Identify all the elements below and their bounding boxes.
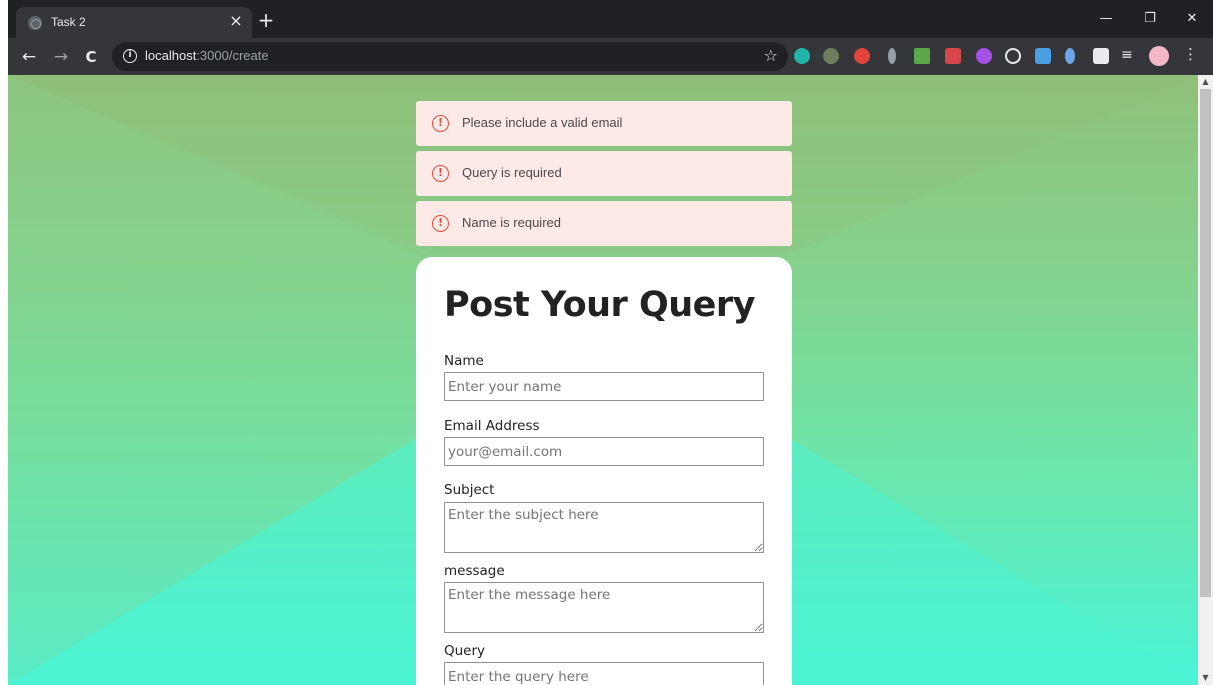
reload-button[interactable]: C bbox=[80, 46, 102, 68]
page-title: Post Your Query bbox=[444, 285, 755, 325]
globe-icon bbox=[28, 16, 42, 30]
alert-name-required: ! Name is required bbox=[416, 201, 792, 246]
new-tab-button[interactable]: + bbox=[255, 10, 277, 32]
page-viewport: ! Please include a valid email ! Query i… bbox=[8, 75, 1198, 685]
restore-button[interactable]: ❐ bbox=[1136, 8, 1164, 30]
url-host: localhost bbox=[145, 48, 197, 63]
page-scrollbar[interactable]: ▲ ▼ bbox=[1198, 75, 1213, 685]
alert-query-required: ! Query is required bbox=[416, 151, 792, 196]
info-icon[interactable]: i bbox=[123, 49, 137, 63]
address-bar[interactable]: i localhost:3000/create ☆ bbox=[112, 42, 788, 71]
scroll-down-icon[interactable]: ▼ bbox=[1201, 673, 1210, 682]
browser-toolbar: ← → C i localhost:3000/create ☆ ≡ ⋮ bbox=[8, 38, 1213, 75]
tab-bar: Task 2 × + — ❐ ✕ bbox=[8, 0, 1213, 38]
forward-button[interactable]: → bbox=[50, 46, 72, 68]
desktop-edge bbox=[0, 0, 8, 685]
extension-moon-icon[interactable] bbox=[1065, 48, 1075, 64]
tab-title: Task 2 bbox=[51, 15, 86, 29]
query-input[interactable] bbox=[444, 662, 764, 685]
extension-bulb-icon[interactable] bbox=[888, 48, 896, 64]
email-label: Email Address bbox=[444, 418, 540, 434]
close-tab-icon[interactable]: × bbox=[227, 12, 245, 30]
alert-text: Please include a valid email bbox=[462, 115, 623, 130]
url-path: :3000/create bbox=[196, 48, 269, 63]
extension-m-icon[interactable] bbox=[794, 48, 810, 64]
extension-target-icon[interactable] bbox=[1005, 48, 1021, 64]
name-input[interactable] bbox=[444, 372, 764, 401]
email-input[interactable] bbox=[444, 437, 764, 466]
extension-grid-icon[interactable] bbox=[945, 48, 961, 64]
alert-circle-icon: ! bbox=[432, 215, 449, 232]
name-label: Name bbox=[444, 353, 484, 369]
alert-text: Query is required bbox=[462, 165, 562, 180]
alert-circle-icon: ! bbox=[432, 115, 449, 132]
tab-task2[interactable]: Task 2 × bbox=[16, 7, 252, 38]
alert-text: Name is required bbox=[462, 215, 561, 230]
extensions-icon[interactable] bbox=[1093, 48, 1109, 64]
url-text[interactable]: localhost:3000/create bbox=[145, 48, 269, 63]
scroll-up-icon[interactable]: ▲ bbox=[1201, 77, 1210, 86]
subject-textarea[interactable] bbox=[444, 502, 764, 553]
reading-list-icon[interactable]: ≡ bbox=[1121, 47, 1137, 63]
query-form-card: Post Your Query Name Email Address Subje… bbox=[416, 257, 792, 685]
message-textarea[interactable] bbox=[444, 582, 764, 633]
alert-circle-icon: ! bbox=[432, 165, 449, 182]
back-button[interactable]: ← bbox=[18, 46, 40, 68]
minimize-button[interactable]: — bbox=[1092, 8, 1120, 30]
subject-label: Subject bbox=[444, 482, 495, 498]
close-window-button[interactable]: ✕ bbox=[1178, 8, 1206, 30]
message-label: message bbox=[444, 563, 505, 579]
alert-invalid-email: ! Please include a valid email bbox=[416, 101, 792, 146]
menu-icon[interactable]: ⋮ bbox=[1183, 46, 1198, 62]
scroll-thumb[interactable] bbox=[1200, 89, 1211, 597]
extension-eyes-icon[interactable] bbox=[823, 48, 839, 64]
extension-purple-icon[interactable] bbox=[976, 48, 992, 64]
avatar[interactable] bbox=[1149, 46, 1169, 66]
query-label: Query bbox=[444, 643, 486, 659]
extension-pen-icon[interactable] bbox=[914, 48, 930, 64]
extension-1h-icon[interactable] bbox=[1035, 48, 1051, 64]
browser-window: Task 2 × + — ❐ ✕ ← → C i localhost:3000/… bbox=[8, 0, 1213, 685]
star-icon[interactable]: ☆ bbox=[764, 46, 778, 65]
extension-shield-icon[interactable] bbox=[854, 48, 870, 64]
